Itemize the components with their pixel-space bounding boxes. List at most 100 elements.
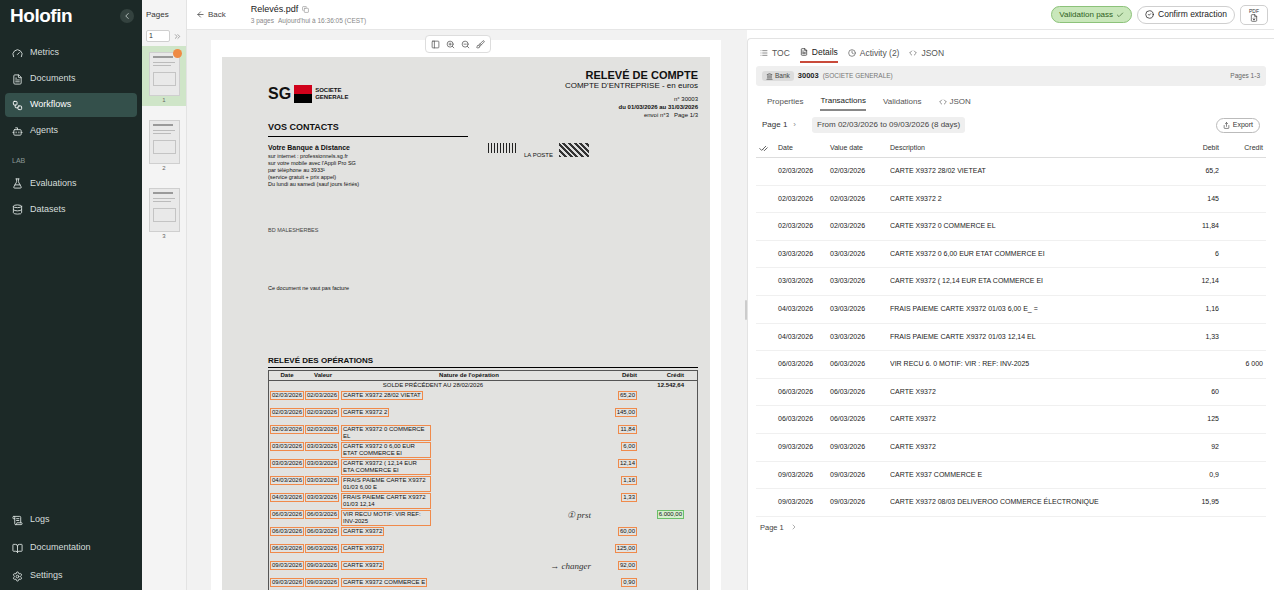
logo: Holofin (10, 2, 72, 31)
transaction-row[interactable]: 06/03/202606/03/2026CARTE X937260 (756, 379, 1266, 407)
operation-row: 06/03/202606/03/2026CARTE X9372125,00 (269, 543, 697, 560)
check-icon (1116, 11, 1124, 19)
status-badge: Validation pass (1051, 6, 1132, 23)
operations-table: DateValeurNature de l'opérationDébitCréd… (268, 370, 698, 590)
date-range: From 02/03/2026 to 09/03/2026 (8 days) (812, 117, 965, 133)
panel-tab[interactable]: Activity (2) (848, 43, 900, 63)
transaction-row[interactable]: 02/03/202602/03/2026CARTE X9372 2145 (756, 186, 1266, 214)
notice: Ce document ne vaut pas facture (268, 284, 698, 292)
operation-row: 02/03/202602/03/2026CARTE X9372 0 COMMER… (269, 424, 697, 441)
transaction-row[interactable]: 02/03/202602/03/2026CARTE X9372 0 COMMER… (756, 213, 1266, 241)
transactions-table: DateValue dateDescriptionDebitCredit02/0… (756, 140, 1266, 517)
pager[interactable]: Page 1› (762, 119, 796, 131)
transaction-row[interactable]: 02/03/202602/03/2026CARTE X9372 28/02 VI… (756, 158, 1266, 186)
page-thumbnail[interactable]: 1 (142, 46, 186, 106)
panel-tab[interactable]: Details (800, 43, 838, 63)
sidebar-item[interactable]: Evaluations (5, 172, 137, 196)
table-footer-pager[interactable]: Page 1 (748, 522, 1274, 533)
sidebar-item[interactable]: Datasets (5, 198, 137, 222)
nav-icon (12, 571, 23, 582)
transaction-row[interactable]: 09/03/202609/03/2026CARTE X937 COMMERCE … (756, 462, 1266, 490)
pdf-button[interactable]: PDF (1240, 5, 1268, 25)
copy-icon[interactable] (302, 6, 309, 13)
sidebar-item[interactable]: Documents (5, 67, 137, 91)
transaction-row[interactable]: 03/03/202603/03/2026CARTE X9372 ( 12,14 … (756, 268, 1266, 296)
nav-icon (12, 74, 23, 85)
tab-icon (800, 48, 808, 56)
export-button[interactable]: Export (1216, 118, 1260, 133)
pages-title: Pages (142, 0, 186, 21)
confirm-button[interactable]: Confirm extraction (1137, 6, 1235, 24)
transaction-row[interactable]: 06/03/202606/03/2026VIR RECU 6. 0 MOTIF:… (756, 351, 1266, 379)
pages-panel: Pages 1 1 2 3 (142, 0, 187, 590)
tab-icon (909, 49, 917, 57)
tab-icon (760, 49, 768, 57)
check-all-icon[interactable] (759, 144, 768, 153)
transaction-row[interactable]: 09/03/202609/03/2026CARTE X937292 (756, 434, 1266, 462)
tab-icon (848, 49, 856, 57)
sidebar-item[interactable]: Logs (5, 508, 137, 532)
transaction-row[interactable]: 04/03/202603/03/2026FRAIS PAIEME CARTE X… (756, 324, 1266, 352)
document-scan: SGSOCIETEGENERALERELEVÉ DE COMPTECOMPTE … (222, 57, 710, 590)
sidebar-item[interactable]: Workflows (5, 93, 137, 117)
nav-icon (12, 204, 23, 215)
bank-logo: SGSOCIETEGENERALE (268, 69, 348, 119)
top-bar: Back Relevés.pdf3 pages Aujourd'hui à 16:3… (187, 0, 1274, 30)
operation-row: 06/03/202606/03/2026VIR RECU MOTIF: VIR … (269, 509, 697, 526)
file-name: Relevés.pdf (251, 3, 299, 17)
viewer-toolbar (425, 35, 491, 53)
page-count: 3 pages (251, 16, 274, 26)
nav-icon (12, 48, 23, 59)
sub-tab[interactable]: Validations (883, 93, 922, 111)
qr-code (559, 143, 589, 157)
section-label: LAB (0, 156, 142, 167)
panel-icon[interactable] (431, 40, 440, 49)
sidebar-item[interactable]: Documentation (5, 536, 137, 560)
sidebar-item[interactable]: Agents (5, 119, 137, 143)
download-icon (1250, 14, 1258, 22)
page-thumbnail[interactable]: 2 (142, 114, 186, 174)
page-thumbnail[interactable]: 3 (142, 182, 186, 242)
page-input[interactable]: 1 (146, 30, 170, 42)
sidebar-item[interactable]: Settings (5, 564, 137, 588)
transaction-row[interactable]: 09/03/202609/03/2026CARTE X9372 08/03 DE… (756, 489, 1266, 517)
entity-bar: Bank30003(SOCIETE GENERALE)Pages 1-3 (756, 66, 1266, 86)
circle-check-icon (1145, 10, 1154, 19)
zoom-in-icon[interactable] (446, 40, 455, 49)
contacts-title: VOS CONTACTS (268, 121, 468, 137)
transaction-row[interactable]: 06/03/202606/03/2026CARTE X9372125 (756, 406, 1266, 434)
bank-icon (766, 73, 773, 80)
operation-row: 09/03/202609/03/2026CARTE X9372→ changer… (269, 560, 697, 577)
timestamp: Aujourd'hui à 16:36:05 (CEST) (278, 16, 366, 26)
collapse-button[interactable] (120, 9, 134, 23)
chevron-left-icon (122, 11, 132, 21)
operation-row: 02/03/202602/03/2026CARTE X9372 28/02 VI… (269, 390, 697, 407)
arrow-left-icon (196, 10, 205, 19)
panel-tab[interactable]: TOC (760, 43, 790, 63)
code-icon (939, 98, 947, 106)
sub-tab[interactable]: Transactions (820, 93, 866, 111)
operation-row: 03/03/202603/03/2026CARTE X9372 0 6,00 E… (269, 441, 697, 458)
address: BD MALESHERBES (268, 226, 698, 234)
flag-badge (173, 49, 182, 58)
document-page: SGSOCIETEGENERALERELEVÉ DE COMPTECOMPTE … (211, 40, 721, 590)
brush-icon[interactable] (476, 40, 485, 49)
zoom-out-icon[interactable] (461, 40, 470, 49)
transaction-row[interactable]: 04/03/202603/03/2026FRAIS PAIEME CARTE X… (756, 296, 1266, 324)
expand-icon[interactable] (173, 32, 182, 41)
export-icon (1223, 122, 1230, 129)
sidebar: Holofin MetricsDocumentsWorkflowsAgents LA… (0, 0, 142, 590)
nav-icon (12, 515, 23, 526)
sub-tab[interactable]: JSON (939, 93, 971, 111)
operation-row: 09/03/202609/03/2026CARTE X9372 COMMERCE… (269, 577, 697, 590)
sub-tab[interactable]: Properties (767, 93, 803, 111)
panel-tab[interactable]: JSON (909, 43, 944, 63)
back-button[interactable]: Back (196, 9, 226, 21)
operation-row: 04/03/202603/03/2026FRAIS PAIEME CARTE X… (269, 475, 697, 492)
barcode (488, 143, 518, 153)
operations-title: RELEVÉ DES OPÉRATIONS (268, 355, 698, 368)
sub-tabs: Properties Transactions Validations JSON (748, 91, 1274, 111)
transaction-row[interactable]: 03/03/202603/03/2026CARTE X9372 0 6,00 E… (756, 241, 1266, 269)
sidebar-item[interactable]: Metrics (5, 41, 137, 65)
entity-tag: Bank (762, 71, 794, 81)
